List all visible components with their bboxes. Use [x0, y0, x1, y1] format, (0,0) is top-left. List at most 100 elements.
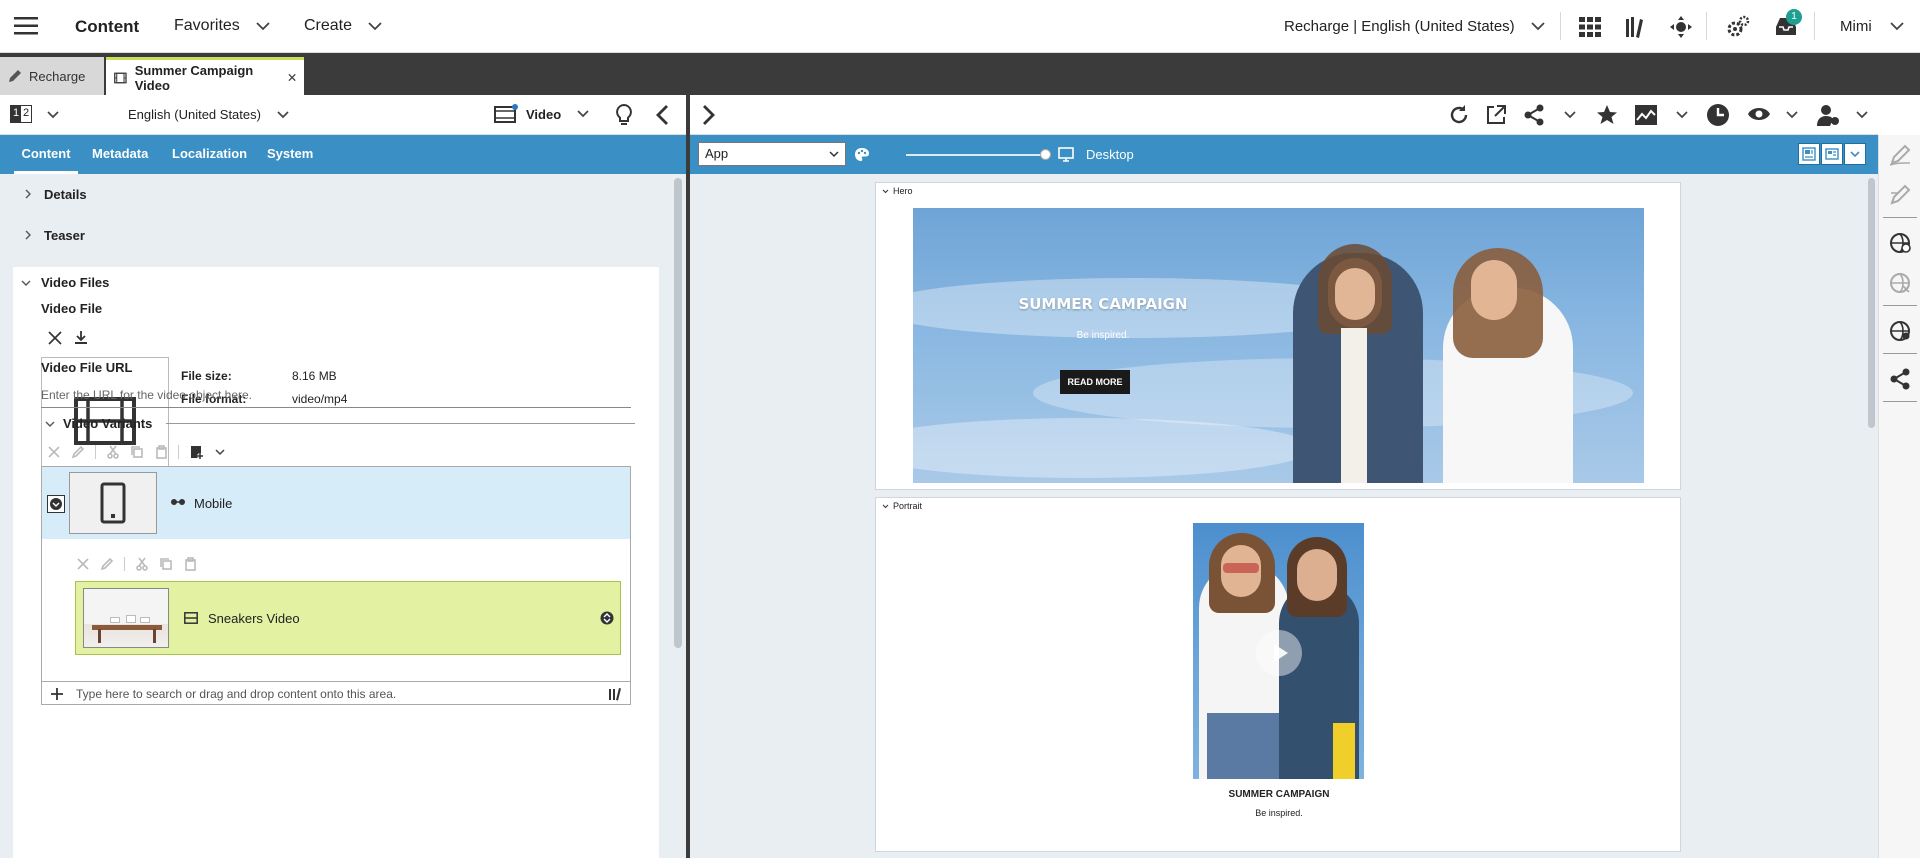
create-menu[interactable]: Create [304, 17, 382, 35]
close-icon[interactable] [288, 73, 296, 82]
video-url-placeholder: Enter the URL for the video object here. [41, 388, 253, 402]
apps-grid-icon[interactable] [1579, 17, 1601, 37]
chevron-down-icon [882, 189, 889, 193]
eye-icon[interactable] [1747, 105, 1771, 123]
top-bar: Content Favorites Create Recharge | Engl… [0, 0, 1920, 53]
tab-localization[interactable]: Localization [172, 135, 247, 174]
film-icon [114, 72, 127, 83]
chevron-down-icon [45, 421, 55, 427]
video-files-panel: Video Files Video File File size: 8.16 M… [13, 267, 659, 858]
hero-subline: Be inspired. [1076, 330, 1130, 341]
hero-headline: SUMMER CAMPAIGN [1018, 295, 1188, 313]
clock-icon[interactable] [1706, 103, 1730, 127]
layout-mode-dropdown[interactable] [1844, 143, 1866, 165]
divider [1814, 12, 1815, 40]
chevron-up-down-icon[interactable] [600, 611, 614, 625]
hero-banner-image[interactable]: SUMMER CAMPAIGN Be inspired. READ MORE [913, 208, 1644, 483]
video-files-header[interactable]: Video Files [21, 275, 109, 290]
zoom-slider-track[interactable] [906, 154, 1046, 156]
library-icon[interactable] [1624, 15, 1648, 39]
tab-metadata[interactable]: Metadata [92, 135, 148, 174]
lightbulb-icon[interactable] [614, 103, 634, 127]
new-content-icon[interactable] [189, 444, 205, 460]
monitor-icon[interactable] [1058, 147, 1074, 162]
tab-recharge[interactable]: Recharge [0, 57, 104, 95]
video-variants-header[interactable]: Video Variants [45, 416, 635, 431]
video-url-input[interactable]: Enter the URL for the video object here. [41, 388, 631, 408]
edit-icon[interactable] [71, 445, 85, 459]
globe-sync-icon[interactable] [1879, 223, 1920, 263]
analytics-chart-icon[interactable] [1634, 104, 1658, 126]
portrait-video-image[interactable] [1193, 523, 1364, 779]
drop-placeholder: Type here to search or drag and drop con… [76, 686, 397, 701]
pencil-tool-icon[interactable] [1879, 135, 1920, 175]
copy-icon[interactable] [159, 557, 173, 571]
chevron-down-icon[interactable] [1890, 22, 1904, 31]
chevron-down-icon [829, 151, 839, 158]
globe-settings-icon[interactable] [1879, 311, 1920, 351]
hero-placement[interactable]: Hero SUMMER CAMPAIGN Be inspired. READ M… [875, 182, 1681, 490]
menu-icon[interactable] [14, 17, 38, 35]
chevron-down-icon[interactable] [1564, 111, 1576, 119]
read-more-button[interactable]: READ MORE [1060, 370, 1130, 394]
drop-search-field[interactable]: Type here to search or drag and drop con… [42, 681, 630, 705]
chevron-down-icon[interactable] [1856, 111, 1868, 119]
remove-icon[interactable] [47, 445, 61, 459]
settings-gears-icon[interactable] [1726, 15, 1750, 39]
chevron-down-icon[interactable] [1676, 111, 1688, 119]
open-external-icon[interactable] [1485, 104, 1507, 126]
favorites-menu[interactable]: Favorites [174, 17, 270, 35]
collapse-toggle[interactable] [47, 495, 65, 513]
share-icon[interactable] [1879, 359, 1920, 399]
chevron-down-icon[interactable] [215, 448, 225, 456]
layout-mode-button-alt[interactable] [1821, 143, 1843, 165]
workflow-icon[interactable] [1669, 15, 1693, 39]
edit-icon[interactable] [100, 557, 114, 571]
chevron-right-icon[interactable] [702, 104, 716, 126]
pencil-tool-alt-icon[interactable] [1879, 175, 1920, 215]
layout-icon [1802, 147, 1816, 161]
remove-icon[interactable] [76, 557, 90, 571]
video-variants-label: Video Variants [63, 416, 153, 431]
cut-icon[interactable] [106, 445, 120, 459]
variant-row-mobile[interactable]: Mobile [42, 467, 630, 539]
star-icon[interactable] [1596, 104, 1618, 126]
user-settings-icon[interactable] [1816, 103, 1840, 127]
palette-icon[interactable] [854, 147, 870, 162]
copy-icon[interactable] [130, 445, 144, 459]
play-icon[interactable] [1256, 630, 1302, 676]
details-section-header[interactable]: Details [14, 174, 87, 214]
portrait-placement[interactable]: Portrait SUMMER CAMPAIGN Be inspired. [875, 497, 1681, 852]
preview-scrollbar[interactable] [1868, 178, 1875, 428]
hero-label[interactable]: Hero [882, 186, 913, 196]
chevron-left-icon[interactable] [655, 104, 669, 126]
tab-content[interactable]: Content [14, 135, 78, 174]
channel-select[interactable]: App [698, 142, 846, 166]
cut-icon[interactable] [135, 557, 149, 571]
doctype-selector[interactable]: Video [494, 104, 589, 124]
remove-icon[interactable] [48, 331, 62, 345]
site-selector[interactable]: Recharge | English (United States) [1284, 18, 1545, 35]
chevron-down-icon[interactable] [1786, 111, 1798, 119]
video-file-label: Video File [41, 301, 103, 316]
share-icon[interactable] [1523, 104, 1545, 126]
tab-summer-campaign-video[interactable]: Summer Campaign Video [106, 57, 304, 95]
tab-system[interactable]: System [267, 135, 313, 174]
reload-icon[interactable] [1448, 104, 1470, 126]
plus-icon[interactable] [50, 687, 64, 701]
download-icon[interactable] [74, 330, 88, 345]
zoom-slider-thumb[interactable] [1040, 149, 1051, 160]
globe-disabled-icon[interactable] [1879, 263, 1920, 303]
user-menu[interactable]: Mimi [1840, 18, 1872, 35]
paste-icon[interactable] [154, 445, 168, 459]
teaser-section-header[interactable]: Teaser [14, 215, 85, 255]
chevron-down-icon[interactable] [47, 111, 59, 119]
layout-mode-button[interactable] [1798, 143, 1820, 165]
linked-item-sneakers-video[interactable]: Sneakers Video [75, 581, 621, 655]
locale-selector[interactable]: English (United States) [128, 107, 289, 122]
portrait-label[interactable]: Portrait [882, 501, 922, 511]
paste-icon[interactable] [183, 557, 197, 571]
version-compare-button[interactable]: 1 2 [10, 105, 32, 123]
library-icon[interactable] [608, 687, 622, 701]
form-scrollbar[interactable] [674, 178, 682, 648]
